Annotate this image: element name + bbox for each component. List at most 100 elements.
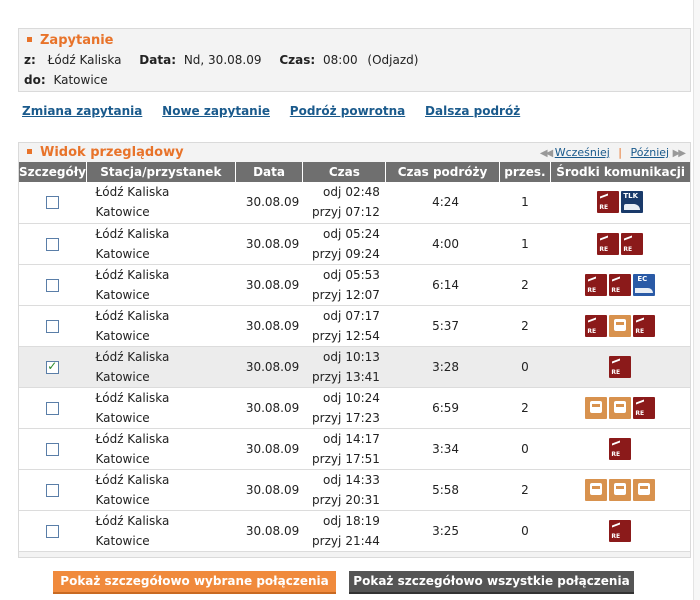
from-station: Łódź Kaliska: [95, 472, 170, 487]
arr-label: przyj: [312, 533, 342, 548]
row-date: 30.08.09: [235, 387, 303, 429]
earlier-link[interactable]: Wcześniej: [555, 146, 610, 159]
col-duration: Czas podróży: [385, 162, 500, 182]
bullet-icon: [27, 37, 32, 42]
row-date: 30.08.09: [235, 223, 303, 265]
show-selected-button[interactable]: Pokaż szczegółowo wybrane połączenia: [53, 571, 336, 594]
later-link[interactable]: Później: [631, 146, 670, 159]
to-station: Katowice: [95, 410, 150, 425]
row-transport: [550, 387, 690, 429]
row-date: 30.08.09: [235, 510, 303, 552]
pagination: ◀◀ Wcześniej | Później ▶▶: [540, 146, 686, 159]
row-changes: 0: [499, 428, 551, 470]
row-duration: 4:00: [385, 223, 500, 265]
dep-label: odj: [323, 349, 342, 364]
row-checkbox[interactable]: [46, 359, 60, 374]
dep-label: odj: [323, 308, 342, 323]
arr-time: 13:41: [345, 369, 380, 384]
row-duration: 4:24: [385, 182, 500, 224]
from-station: Łódź Kaliska: [95, 267, 170, 282]
dep-label: odj: [323, 226, 342, 241]
row-checkbox[interactable]: [46, 237, 60, 251]
time-mode: (Odjazd): [367, 53, 419, 67]
return-trip-link[interactable]: Podróż powrotna: [290, 104, 405, 118]
to-station: Katowice: [95, 533, 150, 548]
arr-label: przyj: [312, 246, 342, 261]
row-checkbox[interactable]: [46, 278, 60, 292]
row-transport: [550, 182, 690, 224]
from-station: Łódź Kaliska: [95, 349, 170, 364]
table-row: Łódź Kaliska Katowice 30.08.09 odj 14:33 przy…: [19, 469, 690, 511]
bullet-icon: [27, 149, 32, 154]
from-station: Łódź Kaliska: [95, 390, 170, 405]
row-checkbox[interactable]: [46, 442, 60, 456]
from-station: Łódź Kaliska: [95, 185, 170, 200]
dep-label: odj: [323, 472, 342, 487]
table-row: Łódź Kaliska Katowice 30.08.09 odj 18:19 przy…: [19, 510, 690, 552]
change-query-link[interactable]: Zmiana zapytania: [22, 104, 142, 118]
from-station: Łódź Kaliska: [95, 513, 170, 528]
col-station: Stacja/przystanek: [86, 162, 236, 182]
dep-time: 14:33: [345, 472, 380, 487]
row-checkbox[interactable]: [46, 196, 60, 210]
row-duration: 5:58: [385, 469, 500, 511]
regional-train-icon: [585, 314, 608, 337]
arr-time: 17:23: [345, 410, 380, 425]
bus-icon: [585, 396, 608, 419]
arr-label: przyj: [312, 328, 342, 343]
row-checkbox[interactable]: [46, 319, 60, 333]
new-query-link[interactable]: Nowe zapytanie: [162, 104, 270, 118]
arr-label: przyj: [312, 287, 342, 302]
to-station: Katowice: [95, 492, 150, 507]
tlk-train-icon: [621, 191, 644, 214]
row-checkbox[interactable]: [46, 401, 60, 415]
from-station: Łódź Kaliska: [95, 431, 170, 446]
time-label: Czas:: [279, 53, 316, 67]
row-changes: 2: [499, 387, 551, 429]
regional-train-icon: [585, 273, 608, 296]
arr-time: 21:44: [345, 533, 380, 548]
arr-time: 20:31: [345, 492, 380, 507]
regional-train-icon: [633, 314, 656, 337]
row-duration: 3:34: [385, 428, 500, 470]
overview-title: Widok przeglądowy: [27, 145, 184, 160]
regional-train-icon: [633, 396, 656, 419]
row-checkbox[interactable]: [46, 524, 60, 538]
query-details: z: Łódź Kaliska Data: Nd, 30.08.09 Czas:…: [24, 53, 418, 67]
window-right-edge: [693, 0, 700, 600]
table-row: Łódź Kaliska Katowice 30.08.09 odj 14:17 przy…: [19, 428, 690, 470]
row-date: 30.08.09: [235, 469, 303, 511]
show-all-button[interactable]: Pokaż szczegółowo wszystkie połączenia: [349, 571, 634, 594]
ec-train-icon: [633, 273, 656, 296]
row-transport: [550, 305, 690, 347]
query-title: Zapytanie: [27, 33, 114, 48]
dep-time: 07:17: [345, 308, 380, 323]
query-links: Zmiana zapytania Nowe zapytanie Podróż p…: [22, 104, 536, 118]
row-duration: 6:14: [385, 264, 500, 306]
col-time: Czas: [302, 162, 387, 182]
row-transport: [550, 223, 690, 265]
arr-time: 07:12: [345, 205, 380, 220]
row-date: 30.08.09: [235, 346, 303, 388]
dep-label: odj: [323, 513, 342, 528]
arr-time: 17:51: [345, 451, 380, 466]
pagination-separator: |: [618, 146, 622, 159]
further-trip-link[interactable]: Dalsza podróż: [425, 104, 520, 118]
from-value: Łódź Kaliska: [47, 53, 122, 67]
col-transport: Środki komunikacji: [550, 162, 690, 182]
to-station: Katowice: [95, 328, 150, 343]
connections-table: Szczegóły Stacja/przystanek Data Czas Cz…: [19, 162, 690, 552]
row-checkbox[interactable]: [46, 483, 60, 497]
date-label: Data:: [139, 53, 176, 67]
dep-time: 05:24: [345, 226, 380, 241]
to-station: Katowice: [95, 451, 150, 466]
to-label: do:: [24, 73, 46, 87]
table-row: Łódź Kaliska Katowice 30.08.09 odj 05:24 przy…: [19, 223, 690, 265]
table-row: Łódź Kaliska Katowice 30.08.09 odj 10:24 przy…: [19, 387, 690, 429]
table-header: Szczegóły Stacja/przystanek Data Czas Cz…: [19, 162, 690, 182]
regional-train-icon: [609, 519, 632, 542]
row-transport: [550, 346, 690, 388]
row-transport: [550, 428, 690, 470]
arr-label: przyj: [312, 369, 342, 384]
dep-time: 02:48: [345, 185, 380, 200]
